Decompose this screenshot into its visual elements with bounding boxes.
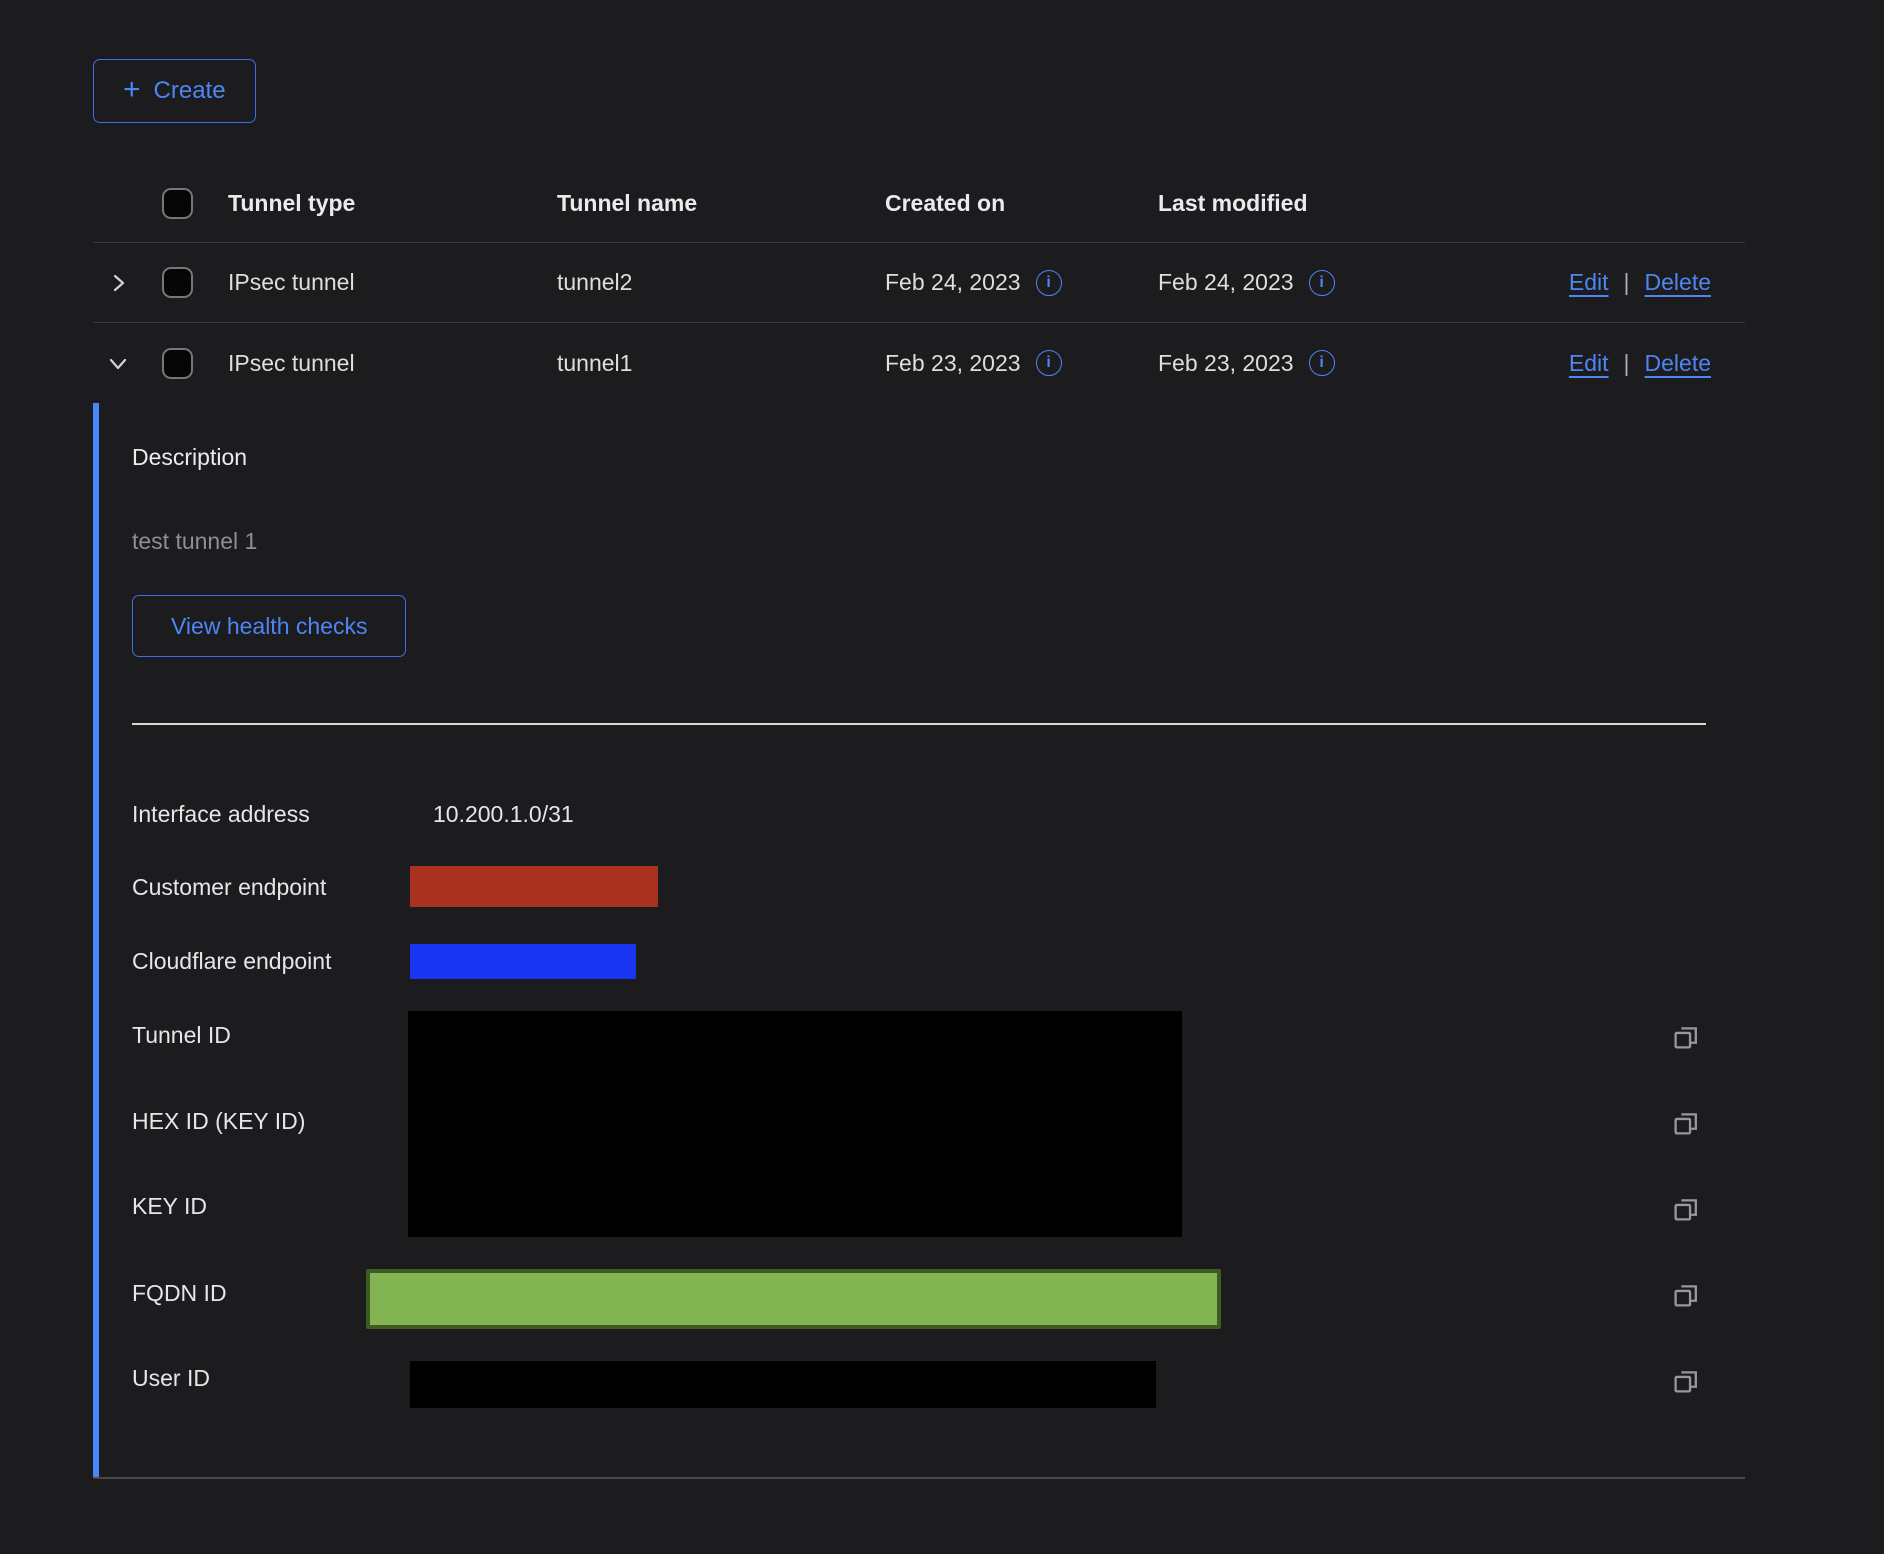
row-checkbox[interactable] (162, 348, 193, 379)
cloudflare-endpoint-label: Cloudflare endpoint (132, 948, 331, 975)
tunnel-type-cell: IPsec tunnel (228, 269, 557, 296)
link-separator: | (1624, 269, 1630, 296)
interface-address-label: Interface address (132, 801, 310, 828)
copy-icon[interactable] (1671, 1366, 1701, 1396)
table-row: IPsec tunnel tunnel1 Feb 23, 2023 i Feb … (93, 323, 1745, 403)
fqdn-id-value-redacted (366, 1269, 1221, 1329)
header-created-on: Created on (885, 190, 1158, 217)
cloudflare-endpoint-value-redacted (410, 944, 636, 979)
created-on-cell: Feb 24, 2023 (885, 269, 1021, 296)
section-divider (132, 723, 1706, 725)
chevron-down-icon[interactable] (106, 351, 130, 375)
interface-address-value: 10.200.1.0/31 (433, 801, 574, 828)
header-tunnel-name: Tunnel name (557, 190, 885, 217)
expanded-panel-accent-border (93, 403, 99, 1477)
header-last-modified: Last modified (1158, 190, 1440, 217)
description-value: test tunnel 1 (132, 528, 257, 555)
tunnel-id-label: Tunnel ID (132, 1022, 231, 1049)
copy-icon[interactable] (1671, 1280, 1701, 1310)
hex-id-label: HEX ID (KEY ID) (132, 1108, 305, 1135)
select-all-checkbox[interactable] (162, 188, 193, 219)
copy-icon[interactable] (1671, 1194, 1701, 1224)
key-id-label: KEY ID (132, 1193, 207, 1220)
row-checkbox[interactable] (162, 267, 193, 298)
create-button[interactable]: + Create (93, 59, 256, 123)
created-on-cell: Feb 23, 2023 (885, 350, 1021, 377)
tunnels-table: Tunnel type Tunnel name Created on Last … (93, 165, 1745, 403)
last-modified-cell: Feb 23, 2023 (1158, 350, 1294, 377)
table-header-row: Tunnel type Tunnel name Created on Last … (93, 165, 1745, 243)
panel-bottom-divider (93, 1477, 1745, 1479)
info-icon[interactable]: i (1036, 350, 1062, 376)
customer-endpoint-label: Customer endpoint (132, 874, 326, 901)
info-icon[interactable]: i (1309, 350, 1335, 376)
copy-icon[interactable] (1671, 1108, 1701, 1138)
tunnel-hex-key-ids-redacted (408, 1011, 1182, 1237)
plus-icon: + (123, 75, 141, 105)
link-separator: | (1624, 350, 1630, 377)
user-id-label: User ID (132, 1365, 210, 1392)
table-row: IPsec tunnel tunnel2 Feb 24, 2023 i Feb … (93, 243, 1745, 323)
header-tunnel-type: Tunnel type (228, 190, 557, 217)
info-icon[interactable]: i (1309, 270, 1335, 296)
tunnel-name-cell: tunnel2 (557, 269, 885, 296)
fqdn-id-label: FQDN ID (132, 1280, 227, 1307)
last-modified-cell: Feb 24, 2023 (1158, 269, 1294, 296)
user-id-value-redacted (410, 1361, 1156, 1408)
view-health-checks-button[interactable]: View health checks (132, 595, 406, 657)
delete-link[interactable]: Delete (1645, 350, 1711, 377)
chevron-right-icon[interactable] (106, 271, 130, 295)
tunnel-type-cell: IPsec tunnel (228, 350, 557, 377)
edit-link[interactable]: Edit (1569, 350, 1609, 377)
copy-icon[interactable] (1671, 1022, 1701, 1052)
customer-endpoint-value-redacted (410, 866, 658, 907)
tunnels-page: + Create Tunnel type Tunnel name Created… (0, 0, 1884, 1554)
delete-link[interactable]: Delete (1645, 269, 1711, 296)
edit-link[interactable]: Edit (1569, 269, 1609, 296)
description-label: Description (132, 444, 247, 471)
create-button-label: Create (154, 77, 226, 105)
info-icon[interactable]: i (1036, 270, 1062, 296)
tunnel-name-cell: tunnel1 (557, 350, 885, 377)
